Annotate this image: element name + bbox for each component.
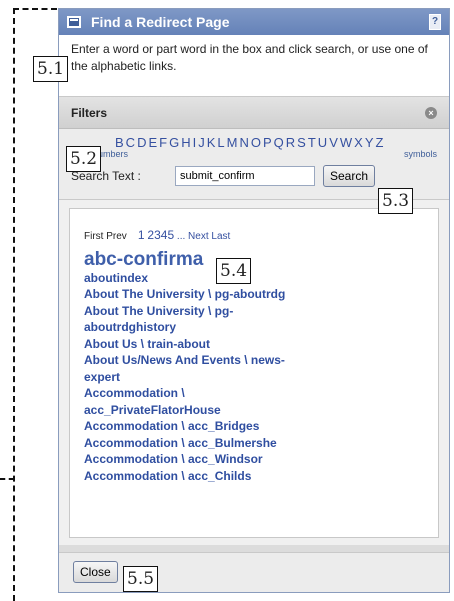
result-link[interactable]: Accommodation \: [84, 385, 424, 402]
alphabet-links: B C D E F G H I J K L M N O P Q R S T U …: [71, 135, 437, 150]
result-link[interactable]: About The University \ pg-: [84, 303, 424, 320]
search-button[interactable]: Search: [323, 165, 376, 187]
result-link[interactable]: expert: [84, 369, 424, 386]
pager-ellipsis: ...: [176, 231, 186, 242]
callout-label: 5.1: [33, 56, 69, 82]
dialog-title: Find a Redirect Page: [91, 14, 230, 30]
letter-link[interactable]: V: [329, 135, 338, 150]
callout-label: 5.2: [66, 146, 102, 172]
letter-link[interactable]: Y: [365, 135, 374, 150]
pager-next[interactable]: Next: [188, 231, 209, 242]
letter-link[interactable]: P: [263, 135, 272, 150]
pager: First Prev 1 2345 ... Next Last: [84, 227, 424, 246]
letter-link[interactable]: W: [340, 135, 352, 150]
letter-link[interactable]: Q: [274, 135, 284, 150]
result-link[interactable]: Accommodation \ acc_Windsor: [84, 451, 424, 468]
letter-link[interactable]: C: [126, 135, 135, 150]
letter-link[interactable]: K: [207, 135, 216, 150]
letter-link[interactable]: G: [169, 135, 179, 150]
pager-page-3[interactable]: 3: [154, 228, 161, 242]
callout-label: 5.3: [378, 188, 414, 214]
letter-link[interactable]: R: [286, 135, 295, 150]
result-link[interactable]: About Us/News And Events \ news-: [84, 352, 424, 369]
dashed-outline-left: [13, 8, 15, 601]
letter-link[interactable]: M: [227, 135, 238, 150]
letter-link[interactable]: Z: [375, 135, 383, 150]
pager-last[interactable]: Last: [211, 231, 230, 242]
letter-link[interactable]: T: [308, 135, 316, 150]
results-list: First Prev 1 2345 ... Next Last abc-conf…: [69, 208, 439, 538]
symbols-link[interactable]: symbols: [404, 149, 437, 159]
pager-first[interactable]: First: [84, 231, 103, 242]
dialog-titlebar: Find a Redirect Page ?: [59, 9, 449, 35]
search-input[interactable]: [175, 166, 315, 186]
filters-title: Filters: [71, 105, 108, 120]
callout-label: 5.4: [216, 258, 252, 284]
result-link[interactable]: Accommodation \ acc_Bridges: [84, 418, 424, 435]
letter-link[interactable]: O: [251, 135, 261, 150]
result-link[interactable]: aboutrdghistory: [84, 319, 424, 336]
letter-link[interactable]: J: [198, 135, 205, 150]
extra-filter-links: numbers symbols: [71, 149, 437, 159]
dashed-outline-stub: [0, 478, 14, 480]
letter-link[interactable]: L: [217, 135, 224, 150]
find-redirect-dialog: Find a Redirect Page ? Enter a word or p…: [58, 8, 450, 593]
letter-link[interactable]: H: [181, 135, 190, 150]
search-row: Search Text : Search: [71, 165, 437, 187]
pager-prev[interactable]: Prev: [106, 231, 127, 242]
letter-link[interactable]: N: [239, 135, 248, 150]
letter-link[interactable]: X: [354, 135, 363, 150]
pager-page-5[interactable]: 5: [167, 228, 174, 242]
letter-link[interactable]: E: [148, 135, 157, 150]
help-icon[interactable]: ?: [429, 14, 441, 30]
filters-header[interactable]: Filters ×: [59, 97, 449, 129]
result-link[interactable]: About Us \ train-about: [84, 336, 424, 353]
window-icon: [67, 16, 81, 28]
letter-link[interactable]: S: [297, 135, 306, 150]
dashed-outline-top: [13, 8, 57, 10]
result-link[interactable]: aboutindex: [84, 270, 424, 287]
intro-text: Enter a word or part word in the box and…: [59, 35, 449, 97]
result-link[interactable]: Accommodation \ acc_Childs: [84, 468, 424, 485]
letter-link[interactable]: U: [318, 135, 327, 150]
pager-page-1[interactable]: 1: [138, 228, 145, 242]
dialog-footer: Close: [59, 552, 449, 592]
result-link[interactable]: About The University \ pg-aboutrdg: [84, 286, 424, 303]
result-link[interactable]: acc_PrivateFlatorHouse: [84, 402, 424, 419]
close-button[interactable]: Close: [73, 561, 118, 583]
result-link[interactable]: Accommodation \ acc_Bulmershe: [84, 435, 424, 452]
letter-link[interactable]: F: [159, 135, 167, 150]
callout-label: 5.5: [123, 566, 159, 592]
letter-link[interactable]: I: [193, 135, 197, 150]
results-panel: First Prev 1 2345 ... Next Last abc-conf…: [59, 199, 449, 545]
letter-link[interactable]: D: [137, 135, 146, 150]
highlighted-result[interactable]: abc-confirma: [84, 249, 424, 270]
letter-link[interactable]: B: [115, 135, 124, 150]
collapse-filters-icon[interactable]: ×: [425, 106, 437, 119]
